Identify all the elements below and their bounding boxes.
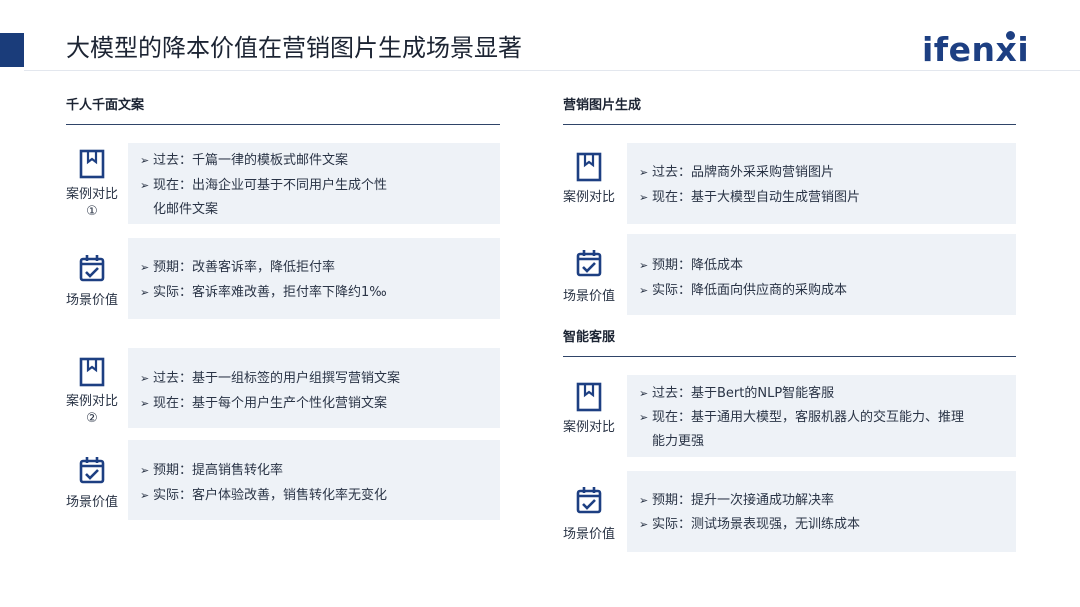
- bookmark-icon: [575, 382, 603, 412]
- calendar-check-icon: [78, 455, 106, 485]
- case-number: ②: [86, 411, 98, 426]
- list-item: ➢ 预期：改善客诉率，降低拒付率: [140, 260, 336, 275]
- header-divider: [24, 70, 1080, 71]
- value-label: 场景价值: [562, 527, 615, 542]
- calendar-check-icon: [575, 485, 603, 515]
- list-item: ➢ 实际：测试场景表现强，无训练成本: [639, 517, 861, 532]
- list-item: ➢ 实际：客诉率难改善，拒付率下降约1‰: [140, 285, 387, 300]
- list-item-continued: 化邮件文案: [153, 202, 219, 217]
- value-label: 场景价值: [562, 289, 615, 304]
- section-heading-marketing-images: 营销图片生成: [563, 98, 642, 113]
- case-number: ①: [86, 204, 98, 219]
- list-item: ➢ 预期：提升一次接通成功解决率: [639, 493, 835, 508]
- logo-dot: [1006, 31, 1015, 40]
- list-item: ➢ 过去：千篇一律的模板式邮件文案: [140, 153, 349, 168]
- value-card: [627, 471, 1016, 552]
- list-item: ➢ 实际：降低面向供应商的采购成本: [639, 283, 848, 298]
- section-heading-smart-customer-service: 智能客服: [563, 330, 616, 345]
- bookmark-icon: [575, 152, 603, 182]
- section-rule: [563, 124, 1016, 125]
- page-title: 大模型的降本价值在营销图片生成场景显著: [66, 34, 522, 62]
- case-label: 案例对比: [562, 420, 615, 435]
- list-item: ➢ 预期：降低成本: [639, 258, 744, 273]
- list-item: ➢ 预期：提高销售转化率: [140, 463, 284, 478]
- list-item: ➢ 过去：品牌商外采采购营销图片: [639, 165, 835, 180]
- list-item: ➢ 实际：客户体验改善，销售转化率无变化: [140, 488, 388, 503]
- value-label: 场景价值: [65, 293, 118, 308]
- list-item: ➢ 现在：基于通用大模型，客服机器人的交互能力、推理: [639, 410, 965, 425]
- value-card: [128, 440, 500, 520]
- case-label: 案例对比: [65, 394, 118, 409]
- calendar-check-icon: [78, 253, 106, 283]
- list-item: ➢ 过去：基于一组标签的用户组撰写营销文案: [140, 371, 401, 386]
- list-item: ➢ 现在：基于每个用户生产个性化营销文案: [140, 396, 388, 411]
- bookmark-icon: [78, 357, 106, 387]
- case-card: [627, 143, 1016, 224]
- bookmark-icon: [78, 149, 106, 179]
- section-heading-personalized-copy: 千人千面文案: [66, 98, 145, 113]
- accent-bar: [0, 33, 24, 67]
- case-label: 案例对比: [562, 190, 615, 205]
- value-card: [128, 238, 500, 319]
- calendar-check-icon: [575, 248, 603, 278]
- list-item: ➢ 现在：出海企业可基于不同用户生成个性: [140, 178, 388, 193]
- value-label: 场景价值: [65, 495, 118, 510]
- list-item: ➢ 现在：基于大模型自动生成营销图片: [639, 190, 861, 205]
- list-item: ➢ 过去：基于Bert的NLP智能客服: [639, 386, 835, 401]
- section-rule: [563, 356, 1016, 357]
- list-item-continued: 能力更强: [652, 434, 705, 449]
- case-card: [128, 348, 500, 428]
- case-label: 案例对比: [65, 187, 118, 202]
- section-rule: [66, 124, 500, 125]
